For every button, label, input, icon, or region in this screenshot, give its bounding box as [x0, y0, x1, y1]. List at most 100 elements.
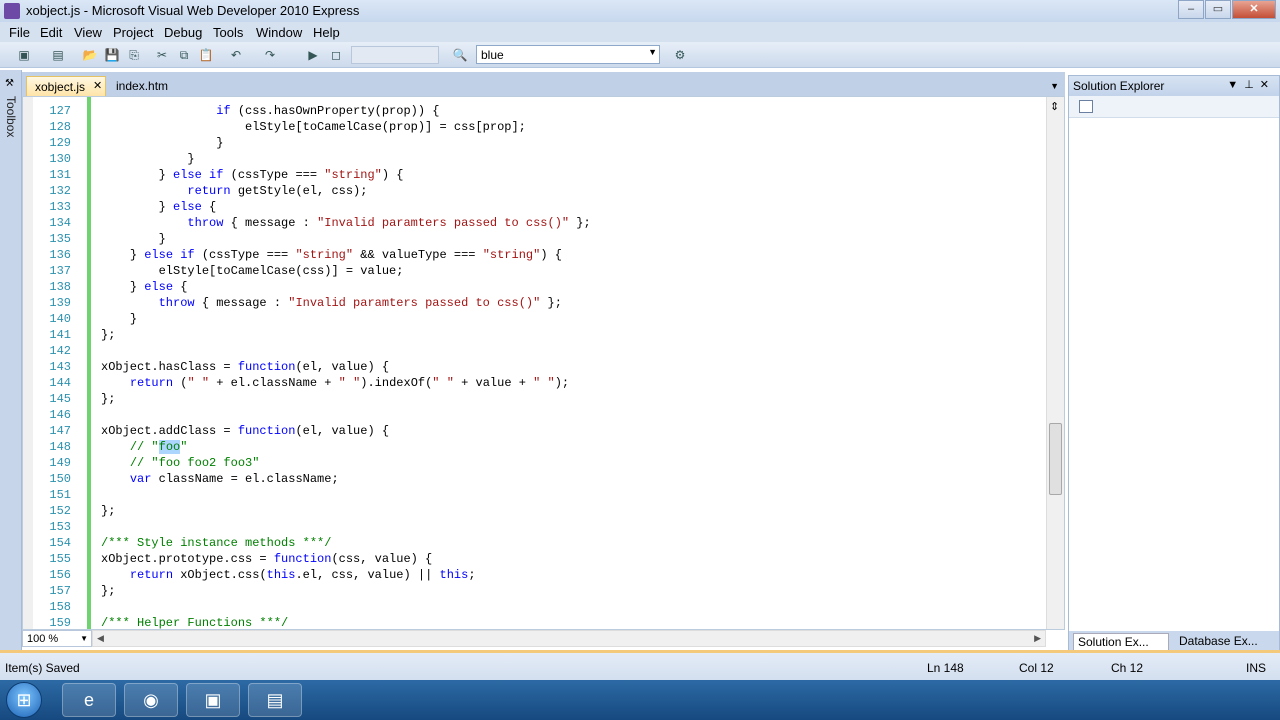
menu-tools[interactable]: Tools — [213, 25, 243, 40]
line-text: }; — [101, 503, 115, 519]
minimize-button[interactable]: – — [1178, 0, 1204, 19]
solution-explorer-panel: Solution Explorer ▼⊥✕ Solution Ex... Dat… — [1068, 75, 1280, 651]
chevron-down-icon[interactable]: ▼ — [648, 47, 657, 57]
zoom-dropdown[interactable]: 100 % ▼ — [22, 630, 92, 647]
scroll-thumb[interactable] — [1049, 423, 1062, 495]
code-line[interactable]: 147 xObject.addClass = function(el, value… — [33, 423, 1043, 439]
code-line[interactable]: 139 throw { message : "Invalid paramters… — [33, 295, 1043, 311]
code-line[interactable]: 143 xObject.hasClass = function(el, value… — [33, 359, 1043, 375]
code-line[interactable]: 133 } else { — [33, 199, 1043, 215]
menu-file[interactable]: File — [9, 25, 30, 40]
toolbar-options-icon[interactable]: ⚙ — [672, 47, 688, 63]
start-button[interactable]: ⊞ — [6, 682, 42, 718]
code-token: // "foo foo2 foo3" — [129, 456, 260, 470]
maximize-button[interactable]: ▭ — [1205, 0, 1231, 19]
menu-edit[interactable]: Edit — [40, 25, 62, 40]
status-bar: Item(s) Saved Ln 148 Col 12 Ch 12 INS — [0, 650, 1280, 680]
save-icon[interactable]: 💾 — [104, 47, 120, 63]
tab-index-htm[interactable]: index.htm — [108, 76, 176, 96]
file-explorer-icon[interactable]: ▤ — [248, 683, 302, 717]
toolbox-panel-tab[interactable]: ⚒ Toolbox — [0, 70, 22, 650]
line-number: 127 — [49, 104, 71, 118]
chrome-icon[interactable]: ◉ — [124, 683, 178, 717]
tab-database-explorer[interactable]: Database Ex... — [1175, 633, 1262, 649]
tab-solution-explorer[interactable]: Solution Ex... — [1073, 633, 1169, 651]
code-line[interactable]: 151 — [33, 487, 1043, 503]
code-line[interactable]: 129 } — [33, 135, 1043, 151]
scroll-right-icon[interactable]: ▶ — [1034, 633, 1041, 644]
chevron-down-icon[interactable]: ▼ — [1227, 79, 1244, 91]
menu-debug[interactable]: Debug — [164, 25, 202, 40]
code-line[interactable]: 145}; — [33, 391, 1043, 407]
code-line[interactable]: 144 return (" " + el.className + " ").in… — [33, 375, 1043, 391]
split-handle-icon[interactable]: ⇕ — [1050, 100, 1059, 113]
menu-help[interactable]: Help — [313, 25, 340, 40]
copy-icon[interactable]: ⧉ — [176, 47, 192, 63]
chevron-down-icon[interactable]: ▼ — [1050, 81, 1059, 91]
code-line[interactable]: 137 elStyle[toCamelCase(css)] = value; — [33, 263, 1043, 279]
code-line[interactable]: 131 } else if (cssType === "string") { — [33, 167, 1043, 183]
code-token: } — [158, 200, 174, 214]
code-line[interactable]: 149 // "foo foo2 foo3" — [33, 455, 1043, 471]
paste-icon[interactable]: 📋 — [198, 47, 214, 63]
code-line[interactable]: 158 — [33, 599, 1043, 615]
code-line[interactable]: 155 xObject.prototype.css = function(css,… — [33, 551, 1043, 567]
internet-explorer-icon[interactable]: e — [62, 683, 116, 717]
code-line[interactable]: 138 } else { — [33, 279, 1043, 295]
code-line[interactable]: 140 } — [33, 311, 1043, 327]
close-button[interactable]: ✕ — [1232, 0, 1276, 19]
start-debugging-icon[interactable]: ▶ — [305, 47, 321, 63]
editor-vertical-scrollbar[interactable]: ⇕ — [1046, 97, 1064, 629]
menu-window[interactable]: Window — [256, 25, 302, 40]
zoom-value: 100 % — [27, 633, 59, 645]
code-token: } — [158, 168, 174, 182]
editor-horizontal-scrollbar[interactable]: ◀ ▶ — [92, 630, 1046, 647]
code-editor[interactable]: 127 if (css.hasOwnProperty(prop)) {128 e… — [22, 96, 1065, 630]
code-line[interactable]: 132 return getStyle(el, css); — [33, 183, 1043, 199]
solution-configuration-dropdown[interactable] — [351, 46, 439, 64]
code-line[interactable]: 152}; — [33, 503, 1043, 519]
tab-xobject-js[interactable]: xobject.js ✕ — [26, 76, 106, 96]
stop-icon[interactable]: ◻ — [328, 47, 344, 63]
close-tab-icon[interactable]: ✕ — [93, 79, 102, 92]
pin-icon[interactable]: ⊥ — [1244, 79, 1260, 91]
code-line[interactable]: 128 elStyle[toCamelCase(prop)] = css[pro… — [33, 119, 1043, 135]
code-line[interactable]: 146 — [33, 407, 1043, 423]
code-line[interactable]: 141}; — [33, 327, 1043, 343]
code-line[interactable]: 134 throw { message : "Invalid paramters… — [33, 215, 1043, 231]
scroll-left-icon[interactable]: ◀ — [97, 633, 104, 644]
char-indicator: Ch 12 — [1111, 661, 1144, 675]
code-line[interactable]: 130 } — [33, 151, 1043, 167]
open-folder-icon[interactable]: 📂 — [82, 47, 98, 63]
code-line[interactable]: 127 if (css.hasOwnProperty(prop)) { — [33, 103, 1043, 119]
close-icon[interactable]: ✕ — [1260, 79, 1275, 91]
find-in-files-icon[interactable]: 🔍 — [452, 47, 468, 63]
menu-view[interactable]: View — [74, 25, 102, 40]
code-line[interactable]: 136 } else if (cssType === "string" && v… — [33, 247, 1043, 263]
add-item-icon[interactable]: ▤ — [50, 47, 66, 63]
code-line[interactable]: 150 var className = el.className; — [33, 471, 1043, 487]
new-project-icon[interactable]: ▣ — [16, 47, 32, 63]
properties-icon[interactable] — [1079, 100, 1093, 113]
code-line[interactable]: 156 return xObject.css(this.el, css, val… — [33, 567, 1043, 583]
menu-project[interactable]: Project — [113, 25, 153, 40]
line-number: 153 — [49, 520, 71, 534]
chevron-down-icon[interactable]: ▼ — [80, 634, 88, 643]
code-token: && valueType === — [353, 248, 483, 262]
code-line[interactable]: 148 // "foo" — [33, 439, 1043, 455]
code-line[interactable]: 142 — [33, 343, 1043, 359]
line-number: 135 — [49, 232, 71, 246]
code-line[interactable]: 159 /*** Helper Functions ***/ — [33, 615, 1043, 629]
code-line[interactable]: 135 } — [33, 231, 1043, 247]
find-combobox[interactable]: blue ▼ — [476, 45, 660, 64]
code-line[interactable]: 154 /*** Style instance methods ***/ — [33, 535, 1043, 551]
code-line[interactable]: 153 — [33, 519, 1043, 535]
cut-icon[interactable]: ✂ — [154, 47, 170, 63]
code-line[interactable]: 157}; — [33, 583, 1043, 599]
undo-icon[interactable]: ↶ — [228, 47, 244, 63]
code-token: + value + — [453, 376, 534, 390]
redo-icon[interactable]: ↷ — [262, 47, 278, 63]
save-all-icon[interactable]: ⎘ — [126, 47, 142, 63]
visual-web-developer-icon[interactable]: ▣ — [186, 683, 240, 717]
